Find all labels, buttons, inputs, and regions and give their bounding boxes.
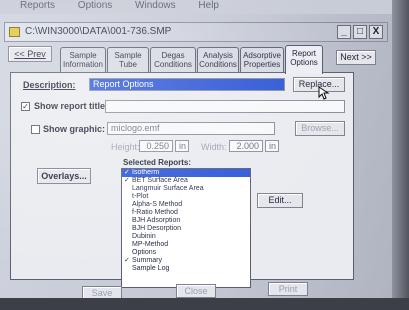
height-field[interactable]: 0.250 <box>139 140 173 152</box>
tab-label-line2: Conditions <box>154 60 192 69</box>
list-item-label: Dubinin <box>132 233 156 240</box>
prev-button[interactable]: << Prev <box>8 46 52 62</box>
tab-label-line1: Sample <box>114 51 142 60</box>
width-label: Width: <box>201 142 227 152</box>
height-label: Height: <box>111 142 140 152</box>
tab-label-line1: Report <box>291 49 316 58</box>
list-item-label: Isotherm <box>132 169 160 176</box>
list-item[interactable]: Alpha-S Method <box>122 201 250 209</box>
list-item[interactable]: BJH Adsorption <box>122 217 250 225</box>
list-item[interactable]: ✓ Isotherm <box>122 169 250 177</box>
tab-label-line1: Degas <box>161 51 185 60</box>
list-item[interactable]: f-Ratio Method <box>122 209 250 217</box>
tab-label-line1: Adsorptive <box>243 51 281 60</box>
monitor-bezel-bottom <box>0 298 409 310</box>
monitor-bezel-right <box>392 0 409 310</box>
list-item-label: f-Ratio Method <box>132 209 178 216</box>
tab-label-line1: Analysis <box>203 51 233 60</box>
list-item[interactable]: ✓ Summary <box>122 257 250 265</box>
tab-label-line2: Tube <box>119 60 137 69</box>
list-item-label: Options <box>132 249 157 256</box>
app-icon <box>9 27 20 37</box>
list-item[interactable]: ✓ BET Surface Area <box>122 177 250 185</box>
list-item[interactable]: Options <box>122 249 250 257</box>
window-titlebar: C:\WIN3000\DATA\001-736.SMP _ □ X <box>4 22 388 42</box>
list-item-label: BJH Adsorption <box>132 217 181 224</box>
list-item-label: t-Plot <box>132 193 149 200</box>
width-field[interactable]: 2.000 <box>229 140 263 152</box>
list-item-label: BET Surface Area <box>132 177 188 184</box>
tab-label-line2: Properties <box>243 60 281 69</box>
tab-analysis-conditions[interactable]: Analysis Conditions <box>197 47 239 73</box>
next-button[interactable]: Next >> <box>336 50 376 65</box>
close-button[interactable]: X <box>369 25 383 39</box>
menu-windows[interactable]: Windows <box>135 0 176 11</box>
description-field[interactable]: Report Options <box>89 78 285 91</box>
tab-label-line2: Information <box>62 60 104 69</box>
tab-label-line2: Options <box>290 58 318 67</box>
list-item[interactable]: MP-Method <box>122 241 250 249</box>
report-title-field[interactable] <box>105 100 345 113</box>
list-item-label: MP-Method <box>132 241 169 248</box>
overlays-button[interactable]: Overlays... <box>37 168 91 184</box>
show-report-title-checkbox[interactable]: ✓ <box>21 102 30 111</box>
menu-bar: Reports Options Windows Help <box>0 0 409 14</box>
list-item[interactable]: Sample Log <box>122 265 250 273</box>
tab-label-line2: Conditions <box>199 60 237 69</box>
list-item[interactable]: BJH Desorption <box>122 225 250 233</box>
minimize-button[interactable]: _ <box>337 25 351 39</box>
window-title: C:\WIN3000\DATA\001-736.SMP <box>25 26 172 37</box>
check-icon: ✓ <box>124 169 130 176</box>
list-item-label: Alpha-S Method <box>132 201 183 208</box>
list-item[interactable]: Dubinin <box>122 233 250 241</box>
show-report-title-label: Show report title <box>34 101 106 111</box>
graphic-file-field[interactable]: miclogo.emf <box>107 122 275 135</box>
tab-sample-tube[interactable]: Sample Tube <box>107 47 149 73</box>
edit-button[interactable]: Edit... <box>257 193 303 208</box>
tab-degas-conditions[interactable]: Degas Conditions <box>150 47 196 73</box>
menu-options[interactable]: Options <box>78 0 112 11</box>
browse-button[interactable]: Browse... <box>295 121 345 136</box>
list-item-label: Langmuir Surface Area <box>132 185 204 192</box>
show-graphic-checkbox[interactable] <box>31 125 40 134</box>
report-options-panel: Description: Report Options Replace... ✓… <box>10 72 354 288</box>
list-item-label: BJH Desorption <box>132 225 182 232</box>
list-item-label: Summary <box>132 257 162 264</box>
menu-help[interactable]: Help <box>198 0 219 11</box>
check-icon: ✓ <box>124 257 130 264</box>
list-item[interactable]: t-Plot <box>122 193 250 201</box>
width-unit: in <box>265 140 279 152</box>
print-button[interactable]: Print <box>268 282 308 296</box>
tab-label-line1: Sample <box>69 51 97 60</box>
maximize-button[interactable]: □ <box>353 25 367 39</box>
close-dialog-button[interactable]: Close <box>176 284 216 298</box>
tab-sample-information[interactable]: Sample Information <box>60 47 106 73</box>
tab-report-options[interactable]: Report Options <box>285 45 323 74</box>
list-item-label: Sample Log <box>132 265 170 272</box>
mouse-cursor-icon <box>318 86 330 100</box>
list-item[interactable]: Langmuir Surface Area <box>122 185 250 193</box>
tab-adsorptive-properties[interactable]: Adsorptive Properties <box>240 47 284 73</box>
menu-reports[interactable]: Reports <box>20 0 55 11</box>
description-label: Description: <box>23 80 76 90</box>
screen: Reports Options Windows Help C:\WIN3000\… <box>0 0 409 310</box>
show-graphic-label: Show graphic: <box>43 124 106 134</box>
height-unit: in <box>175 140 189 152</box>
selected-reports-label: Selected Reports: <box>123 158 192 167</box>
check-icon: ✓ <box>124 177 130 184</box>
selected-reports-list[interactable]: ✓ Isotherm ✓ BET Surface Area Langmuir S… <box>121 168 251 288</box>
